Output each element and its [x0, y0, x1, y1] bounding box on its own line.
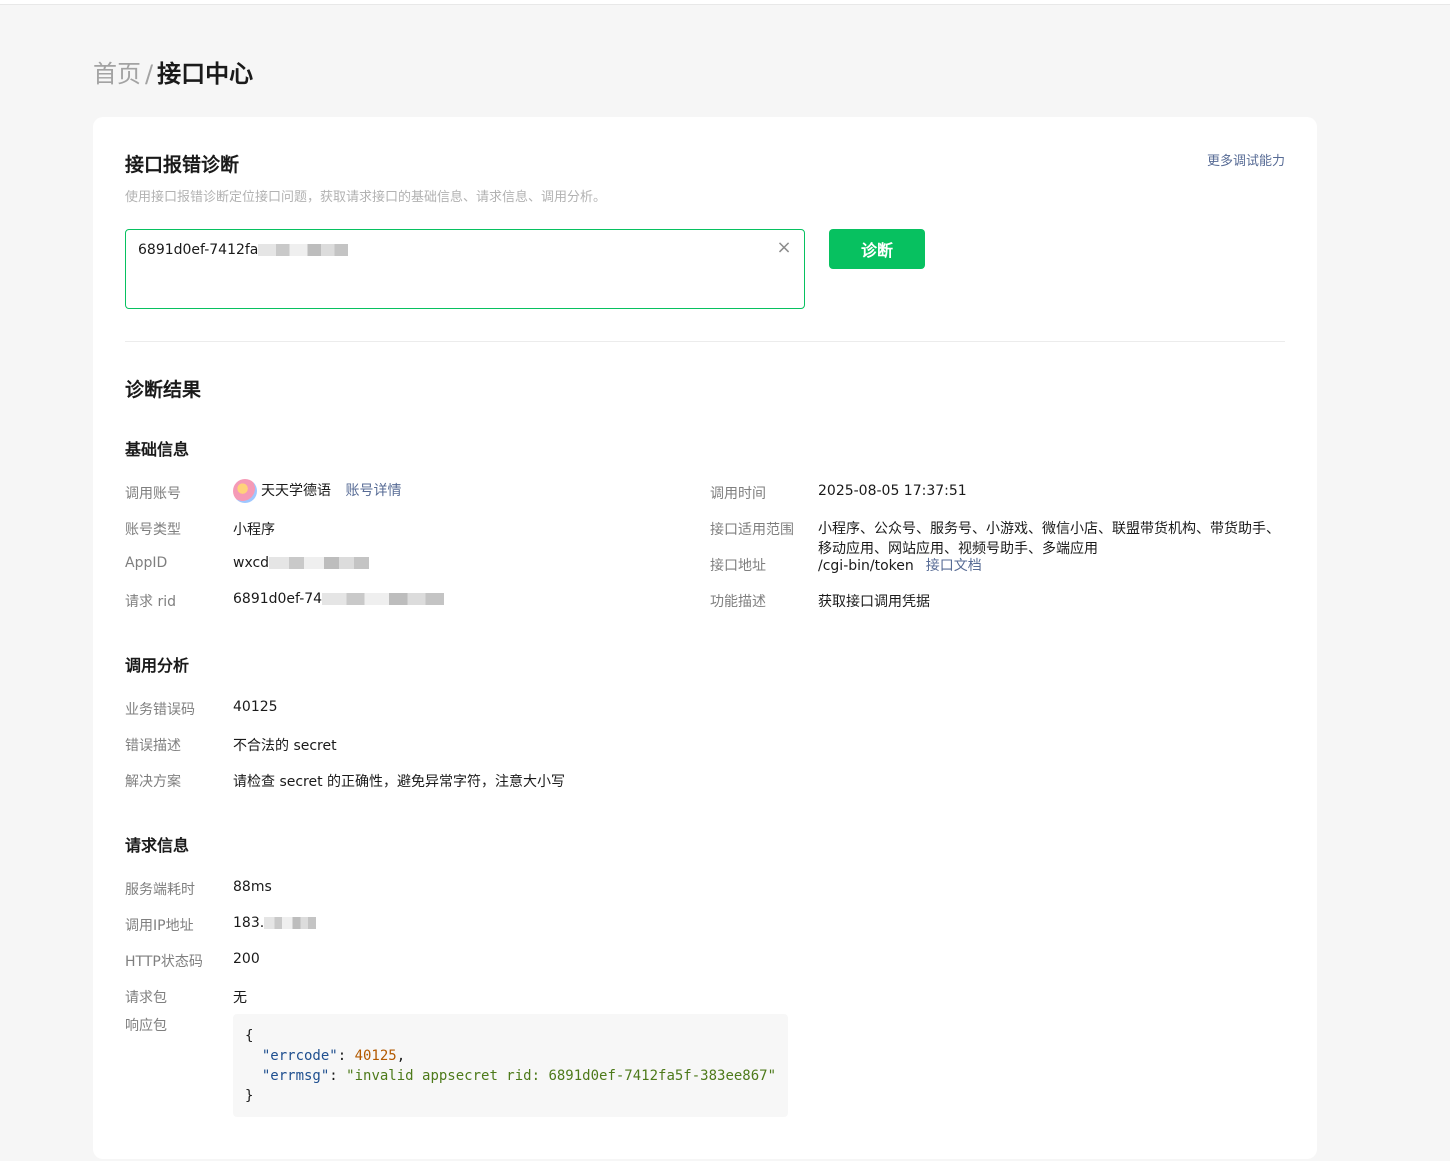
redacted-mask [258, 244, 349, 256]
diagnosis-card: 接口报错诊断 更多调试能力 使用接口报错诊断定位接口问题，获取请求接口的基础信息… [93, 117, 1317, 1159]
appid-label: AppID [125, 555, 168, 571]
rid-label: 请求 rid [125, 594, 176, 610]
avatar [233, 479, 257, 503]
scope-value: 小程序、公众号、服务号、小游戏、微信小店、联盟带货机构、带货助手、 移动应用、网… [818, 521, 1280, 557]
time-label: 调用时间 [710, 486, 766, 502]
redacted-mask [322, 593, 445, 605]
breadcrumb-separator: / [145, 60, 154, 88]
http-value: 200 [233, 951, 260, 967]
cost-value: 88ms [233, 879, 272, 895]
page-description: 使用接口报错诊断定位接口问题，获取请求接口的基础信息、请求信息、调用分析。 [125, 190, 607, 205]
account-label: 调用账号 [125, 486, 181, 502]
appid-value: wxcd [233, 555, 370, 571]
req-value: 无 [233, 990, 247, 1006]
diagnose-button[interactable]: 诊断 [829, 229, 925, 269]
scope-label: 接口适用范围 [710, 522, 794, 538]
redacted-mask [264, 917, 317, 929]
func-label: 功能描述 [710, 594, 766, 610]
analysis-title: 调用分析 [125, 656, 190, 675]
breadcrumb-current: 接口中心 [157, 60, 254, 88]
resp-label: 响应包 [125, 1018, 167, 1034]
cost-label: 服务端耗时 [125, 882, 195, 898]
more-debug-link[interactable]: 更多调试能力 [1207, 150, 1285, 169]
close-icon[interactable]: × [776, 239, 792, 257]
breadcrumb-home[interactable]: 首页 [93, 60, 141, 88]
ip-label: 调用IP地址 [125, 918, 194, 934]
func-value: 获取接口调用凭据 [818, 594, 930, 610]
url-value: /cgi-bin/token 接口文档 [818, 558, 982, 574]
time-value: 2025-08-05 17:37:51 [818, 483, 967, 499]
response-code-block: { "errcode": 40125, "errmsg": "invalid a… [233, 1014, 788, 1117]
errdesc-value: 不合法的 secret [233, 738, 337, 754]
ip-value: 183. [233, 915, 317, 931]
errdesc-label: 错误描述 [125, 738, 181, 754]
errcode-label: 业务错误码 [125, 702, 195, 718]
rid-input-value: 6891d0ef-7412fa [138, 242, 349, 258]
breadcrumb: 首页 / 接口中心 [93, 58, 253, 90]
url-label: 接口地址 [710, 558, 766, 574]
divider [125, 341, 1285, 342]
account-value: 天天学德语 账号详情 [233, 479, 401, 503]
basic-info-title: 基础信息 [125, 440, 190, 459]
solution-value: 请检查 secret 的正确性，避免异常字符，注意大小写 [233, 774, 566, 790]
solution-label: 解决方案 [125, 774, 181, 790]
top-bar [0, 0, 1450, 5]
http-label: HTTP状态码 [125, 954, 203, 970]
rid-input[interactable]: 6891d0ef-7412fa × [125, 229, 805, 309]
account-name: 天天学德语 [261, 483, 331, 499]
rid-value: 6891d0ef-74 [233, 591, 445, 607]
account-type-label: 账号类型 [125, 522, 181, 538]
request-title: 请求信息 [125, 836, 190, 855]
result-title: 诊断结果 [125, 379, 202, 401]
req-label: 请求包 [125, 990, 167, 1006]
api-doc-link[interactable]: 接口文档 [926, 558, 982, 574]
errcode-value: 40125 [233, 699, 278, 715]
account-type-value: 小程序 [233, 522, 275, 538]
account-detail-link[interactable]: 账号详情 [345, 483, 401, 499]
page-title: 接口报错诊断 [125, 154, 240, 176]
redacted-mask [269, 557, 370, 569]
